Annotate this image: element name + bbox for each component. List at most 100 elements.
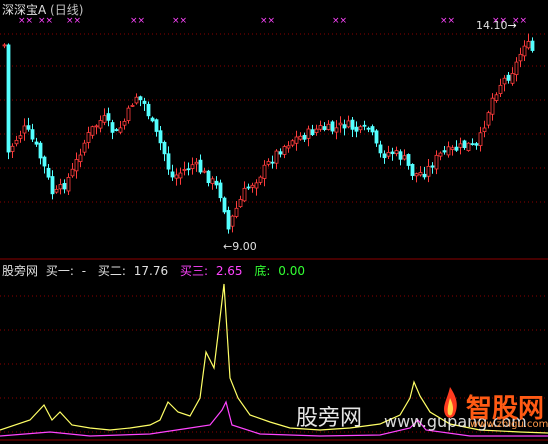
candle-body	[430, 165, 435, 168]
buy2-label: 买二: 17.76	[97, 264, 169, 278]
period-label: (日线)	[50, 3, 84, 17]
candle-body	[22, 125, 27, 134]
candle-body	[78, 154, 83, 163]
candle-body	[450, 147, 455, 150]
candle-body	[494, 94, 499, 101]
candle-body	[302, 134, 307, 140]
candle-body	[46, 167, 51, 178]
candle-body	[38, 142, 43, 159]
indicator-legend: 股旁网 买一: - 买二: 17.76 买三: 2.65 底: 0.00	[2, 262, 313, 279]
candle-body	[434, 154, 439, 170]
candle-body	[30, 129, 35, 140]
candle-body	[82, 142, 87, 153]
candle-body	[310, 129, 315, 136]
grid-lines	[0, 33, 548, 441]
candle-body	[162, 141, 167, 155]
candle-body	[102, 115, 107, 123]
candle-body	[290, 140, 295, 146]
high-price-label: 14.10→	[476, 19, 517, 32]
low-price-label: ←9.00	[223, 240, 257, 253]
signal-marker: ××	[260, 16, 275, 26]
candle-body	[474, 143, 479, 146]
flame-logo-icon	[440, 386, 460, 422]
candle-body	[490, 97, 495, 115]
stock-name: 深深宝A	[2, 3, 47, 17]
candle-body	[334, 127, 339, 133]
candle-body	[514, 61, 519, 76]
candle-body	[386, 151, 391, 157]
candle-body	[262, 164, 267, 179]
candle-body	[462, 140, 467, 149]
candle-body	[394, 150, 399, 155]
candle-body	[122, 121, 127, 126]
candle-body	[142, 100, 147, 104]
candle-body	[226, 210, 231, 230]
candle-body	[502, 77, 507, 85]
candle-body	[446, 146, 451, 156]
candle-body	[154, 119, 159, 132]
candle-body	[194, 161, 199, 165]
candle-body	[498, 84, 503, 94]
candle-body	[258, 176, 263, 183]
logo-url-watermark: www.zhigu.com	[470, 419, 548, 430]
candle-body	[458, 143, 463, 148]
candle-body	[370, 126, 375, 133]
candle-body	[266, 161, 271, 165]
candle-body	[14, 139, 19, 145]
candle-body	[506, 74, 511, 81]
candle-body	[118, 127, 123, 133]
site-watermark: 股旁网	[296, 406, 363, 431]
candle-body	[250, 184, 255, 188]
candle-body	[466, 142, 471, 152]
candle-body	[206, 170, 211, 183]
candle-body	[318, 125, 323, 130]
candle-body	[42, 156, 47, 167]
candle-body	[74, 159, 79, 172]
candle-body	[530, 40, 535, 51]
candle-body	[166, 153, 171, 170]
candle-body	[322, 126, 327, 130]
candle-body	[330, 121, 335, 132]
candle-body	[10, 145, 15, 152]
candle-body	[62, 183, 67, 190]
candle-body	[342, 124, 347, 129]
candle-body	[282, 146, 287, 155]
candle-body	[278, 151, 283, 155]
candle-body	[346, 120, 351, 128]
candle-body	[362, 124, 367, 127]
candle-body	[338, 122, 343, 126]
buy-signal-markers: ×× ×× ×× ×× ×× ×× ×× ×× ×× ××	[18, 16, 527, 26]
candle-body	[6, 44, 11, 153]
candle-body	[518, 53, 523, 62]
candle-body	[110, 122, 115, 133]
candle-body	[66, 176, 71, 192]
candle-body	[426, 165, 431, 177]
buy1-label: 买一: -	[45, 264, 87, 278]
candle-body	[2, 44, 7, 47]
candle-body	[254, 182, 259, 189]
chart-canvas: ×× ×× ×× ×× ×× ×× ×× ×× ×× ××	[0, 16, 548, 441]
candle-body	[438, 152, 443, 157]
candle-body	[214, 180, 219, 186]
candle-body	[382, 153, 387, 159]
candle-body	[178, 172, 183, 179]
candle-body	[114, 129, 119, 131]
candle-body	[150, 117, 155, 122]
candle-body	[54, 188, 59, 193]
candle-body	[58, 184, 63, 190]
candle-body	[350, 119, 355, 130]
candle-body	[26, 125, 31, 130]
indicator-name: 股旁网	[2, 264, 39, 278]
candle-body	[378, 144, 383, 154]
candle-body	[526, 41, 531, 49]
candle-body	[454, 146, 459, 151]
candle-body	[358, 126, 363, 131]
candle-body	[270, 161, 275, 164]
candle-body	[86, 132, 91, 143]
candle-body	[390, 151, 395, 155]
signal-marker: ××	[440, 16, 455, 26]
candle-body	[174, 174, 179, 179]
candle-body	[202, 170, 207, 173]
candle-body	[242, 187, 247, 202]
candle-body	[294, 136, 299, 144]
